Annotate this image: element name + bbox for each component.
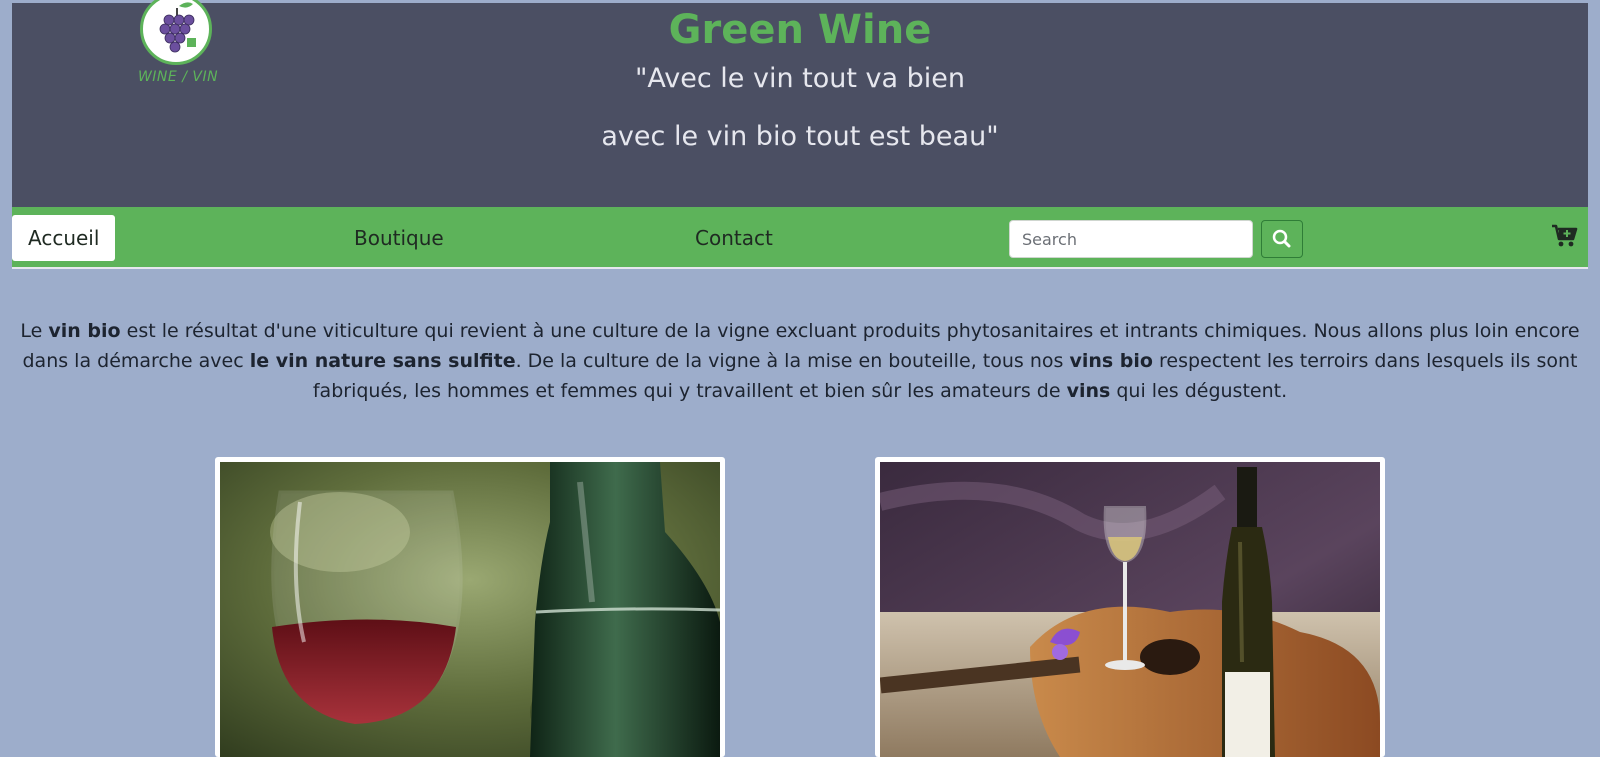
intro-text: qui les dégustent. [1110, 380, 1288, 402]
intro-bold: vins [1066, 380, 1111, 402]
tagline-line-2: avec le vin bio tout est beau" [601, 121, 999, 152]
nav-item-accueil[interactable]: Accueil [12, 215, 116, 261]
cart-button[interactable] [1550, 222, 1578, 250]
photo-white-wine [875, 457, 1385, 757]
photo-red-wine [215, 457, 725, 757]
nav-item-contact[interactable]: Contact [679, 215, 789, 261]
intro-text: . De la culture de la vigne à la mise en… [515, 350, 1070, 372]
tagline-line-1: "Avec le vin tout va bien [634, 63, 966, 94]
intro-text: Le [20, 320, 49, 342]
intro-bold: vins bio [1069, 350, 1153, 372]
search-icon [1272, 229, 1291, 248]
site-header: WINE / VIN Green Wine "Avec le vin tout … [12, 0, 1588, 207]
search-input[interactable] [1009, 220, 1253, 258]
main-navbar: Accueil Boutique Contact [12, 207, 1588, 269]
red-wine-glass-photo [220, 462, 720, 757]
intro-bold: le vin nature sans sulfite [249, 350, 516, 372]
site-title: Green Wine [668, 7, 932, 53]
nav-item-boutique[interactable]: Boutique [338, 215, 460, 261]
search-button[interactable] [1261, 220, 1303, 258]
intro-paragraph: Le vin bio est le résultat d'une viticul… [14, 316, 1586, 406]
cart-plus-icon [1552, 224, 1578, 247]
white-wine-guitar-photo [880, 462, 1380, 757]
intro-bold: vin bio [48, 320, 121, 342]
